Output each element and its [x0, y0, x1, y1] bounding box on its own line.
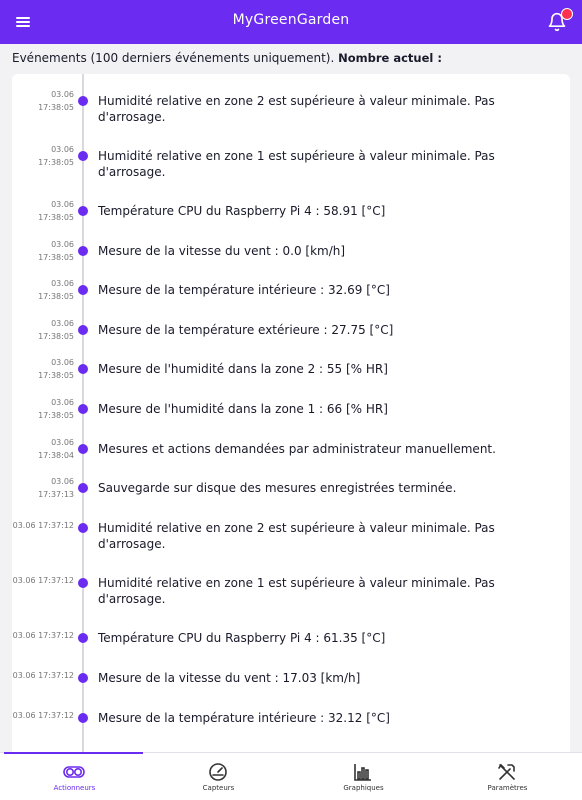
event-dot [78, 523, 88, 533]
bar-chart-icon [354, 764, 371, 781]
event-text: Mesure de la température extérieure : 27… [98, 323, 394, 337]
event-text: Mesures et actions demandées par adminis… [98, 442, 496, 456]
gauge-icon [209, 763, 227, 781]
event-dot [78, 96, 88, 106]
event-time: 03.06 17:37:12 [12, 576, 74, 585]
event-time: 03.06 17:38:04 [38, 438, 74, 460]
event-time: 03.06 17:37:12 [12, 671, 74, 680]
nav-parametres[interactable]: Paramètres [435, 753, 580, 800]
event-time: 03.06 17:37:12 [12, 631, 74, 640]
bottom-navigation: Actionneurs Capteurs Graphiques Paramètr… [0, 752, 582, 800]
event-dot [78, 206, 88, 216]
event-time: 03.06 17:37:12 [12, 711, 74, 720]
events-timeline[interactable]: 03.06 17:38:05 Humidité relative en zone … [12, 74, 570, 800]
event-time: 03.06 17:38:05 [38, 90, 74, 112]
event-dot [78, 444, 88, 454]
event-dot [78, 633, 88, 643]
nav-label-graphiques: Graphiques [343, 784, 384, 792]
notifications-button[interactable] [544, 8, 573, 36]
event-text: Mesure de l'humidité dans la zone 2 : 55… [98, 362, 388, 376]
event-time: 03.06 17:38:05 [38, 358, 74, 380]
event-dot [78, 364, 88, 374]
app-title: MyGreenGarden [232, 12, 350, 28]
event-dot [78, 578, 88, 588]
event-dot [78, 673, 88, 683]
nav-capteurs[interactable]: Capteurs [146, 753, 291, 800]
event-text: Mesure de la vitesse du vent : 0.0 [km/h… [98, 244, 346, 258]
event-dot [78, 285, 88, 295]
toggle-icon [63, 766, 85, 778]
event-time: 03.06 17:38:05 [38, 200, 74, 222]
event-text: Humidité relative en zone 1 est supérieu… [98, 149, 495, 179]
event-time: 03.06 17:38:05 [38, 319, 74, 341]
event-text: Sauvegarde sur disque des mesures enregi… [98, 481, 457, 495]
app-bar: MyGreenGarden [0, 0, 582, 44]
notification-badge [561, 8, 573, 20]
event-time: 03.06 17:37:13 [38, 477, 74, 499]
event-dot [78, 325, 88, 335]
nav-graphiques[interactable]: Graphiques [291, 753, 436, 800]
event-time: 03.06 17:37:12 [12, 521, 74, 530]
nav-label-parametres: Paramètres [487, 784, 528, 792]
nav-label-capteurs: Capteurs [202, 784, 235, 792]
event-text: Mesure de la température intérieure : 32… [98, 711, 390, 725]
event-text: Humidité relative en zone 2 est supérieu… [98, 94, 495, 124]
event-text: Mesure de la température intérieure : 32… [98, 283, 390, 297]
timeline-line [82, 74, 84, 800]
event-dot [78, 246, 88, 256]
event-dot [78, 404, 88, 414]
event-dot [78, 483, 88, 493]
event-dot [78, 713, 88, 723]
event-text: Humidité relative en zone 2 est supérieu… [98, 521, 495, 551]
events-count-label: Nombre actuel : [338, 51, 442, 65]
event-time: 03.06 17:38:05 [38, 398, 74, 420]
event-text: Température CPU du Raspberry Pi 4 : 58.9… [98, 204, 386, 218]
nav-actionneurs[interactable]: Actionneurs [2, 753, 147, 800]
event-text: Humidité relative en zone 1 est supérieu… [98, 576, 495, 606]
event-text: Température CPU du Raspberry Pi 4 : 61.3… [98, 631, 386, 645]
events-header: Evénements (100 derniers événements uniq… [12, 51, 442, 65]
event-dot [78, 151, 88, 161]
events-header-text: Evénements (100 derniers événements uniq… [12, 51, 335, 65]
event-text: Mesure de l'humidité dans la zone 1 : 66… [98, 402, 388, 416]
nav-label-actionneurs: Actionneurs [53, 784, 96, 792]
tools-icon [498, 763, 515, 780]
event-time: 03.06 17:38:05 [38, 240, 74, 262]
event-time: 03.06 17:38:05 [38, 279, 74, 301]
event-text: Mesure de la vitesse du vent : 17.03 [km… [98, 671, 361, 685]
event-time: 03.06 17:38:05 [38, 145, 74, 167]
